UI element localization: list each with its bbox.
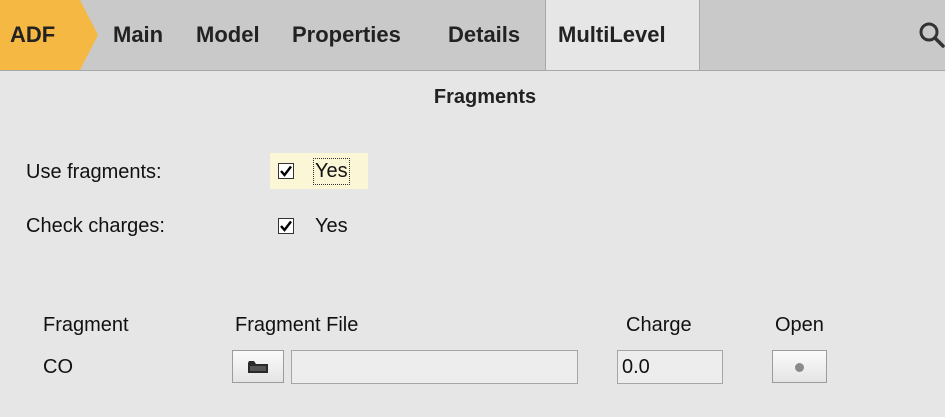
tab-bar: ADF Main Model Properties Details MultiL… bbox=[0, 0, 945, 71]
check-charges-label: Check charges: bbox=[26, 215, 165, 237]
tab-multilevel-label: MultiLevel bbox=[558, 22, 666, 47]
folder-icon bbox=[248, 361, 268, 373]
check-charges-check-box[interactable] bbox=[278, 218, 294, 234]
use-fragments-checkbox[interactable]: Yes bbox=[270, 153, 368, 189]
checkmark-icon bbox=[280, 165, 292, 177]
use-fragments-check-box[interactable] bbox=[278, 163, 294, 179]
section-title: Fragments bbox=[433, 86, 537, 108]
checkmark-icon bbox=[280, 220, 292, 232]
header-open: Open bbox=[775, 314, 824, 336]
header-fragment-file: Fragment File bbox=[235, 314, 359, 336]
search-icon[interactable] bbox=[918, 20, 945, 50]
charge-input[interactable]: 0.0 bbox=[617, 350, 723, 384]
tab-multilevel[interactable]: MultiLevel bbox=[545, 0, 700, 70]
check-charges-checkbox[interactable]: Yes bbox=[270, 207, 368, 243]
fragment-file-input[interactable] bbox=[291, 350, 578, 384]
use-fragments-label: Use fragments: bbox=[26, 161, 162, 183]
header-fragment: Fragment bbox=[43, 314, 129, 336]
tab-details[interactable]: Details bbox=[448, 22, 520, 52]
fragment-name-cell: CO bbox=[43, 356, 73, 378]
use-fragments-yes-label: Yes bbox=[313, 158, 350, 185]
open-fragment-button[interactable] bbox=[772, 350, 827, 383]
browse-file-button[interactable] bbox=[232, 350, 284, 383]
tab-properties[interactable]: Properties bbox=[292, 22, 401, 52]
tab-adf-label: ADF bbox=[10, 22, 56, 47]
tab-main[interactable]: Main bbox=[113, 22, 163, 52]
check-charges-yes-label: Yes bbox=[315, 215, 348, 237]
tab-adf[interactable]: ADF bbox=[0, 0, 98, 70]
tab-model[interactable]: Model bbox=[196, 22, 260, 52]
header-charge: Charge bbox=[626, 314, 692, 336]
dot-icon bbox=[795, 363, 804, 372]
